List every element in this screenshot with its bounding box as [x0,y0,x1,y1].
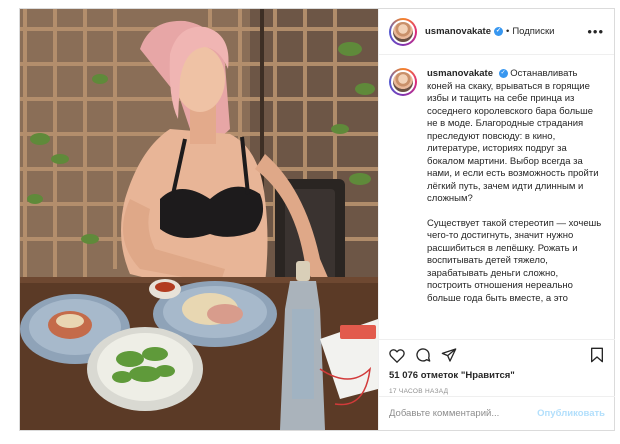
post-header: usmanovakate ✓ • Подписки ••• [379,9,614,55]
comment-bar: Опубликовать [379,396,615,430]
comment-input[interactable] [389,408,538,419]
instagram-post: usmanovakate ✓ • Подписки ••• usmanovakat… [19,8,615,431]
share-icon[interactable] [439,345,459,365]
post-sidebar: usmanovakate ✓ • Подписки ••• usmanovakat… [378,9,615,430]
caption-avatar[interactable] [389,68,417,96]
caption-paragraph-2: Существует такой стереотип — хочешь чего… [427,217,602,304]
caption-text: usmanovakate ✓ Останавливать коней на ск… [427,68,605,339]
action-icons [379,342,615,368]
post-timestamp[interactable]: 17 ЧАСОВ НАЗАД [379,388,615,395]
separator-dot: • [506,26,510,37]
avatar[interactable] [389,17,417,46]
caption-paragraph-1-text: Останавливать коней на скаку, врываться … [427,68,599,204]
post-photo-image [20,9,378,430]
caption-username-link[interactable]: usmanovakate [427,68,493,79]
caption-paragraph-1: usmanovakate ✓ Останавливать коней на ск… [427,68,605,206]
publish-button[interactable]: Опубликовать [537,408,605,419]
avatar-image [391,19,415,44]
username-text: usmanovakate [425,26,492,37]
caption-verified-icon: ✓ [498,68,508,78]
caption-area: usmanovakate ✓ Останавливать коней на ск… [379,56,615,339]
heart-icon[interactable] [387,345,407,365]
post-actions: 51 076 отметок "Нравится" 17 ЧАСОВ НАЗАД… [379,339,615,430]
caption-avatar-image [391,70,415,94]
post-photo[interactable] [20,9,378,430]
likes-count[interactable]: 51 076 отметок "Нравится" [379,370,615,381]
verified-icon: ✓ [494,26,504,36]
comment-icon[interactable] [413,345,433,365]
bookmark-icon[interactable] [587,345,607,365]
username-link[interactable]: usmanovakate ✓ [425,26,504,37]
following-button[interactable]: Подписки [512,26,554,37]
more-options-icon[interactable]: ••• [587,24,604,39]
